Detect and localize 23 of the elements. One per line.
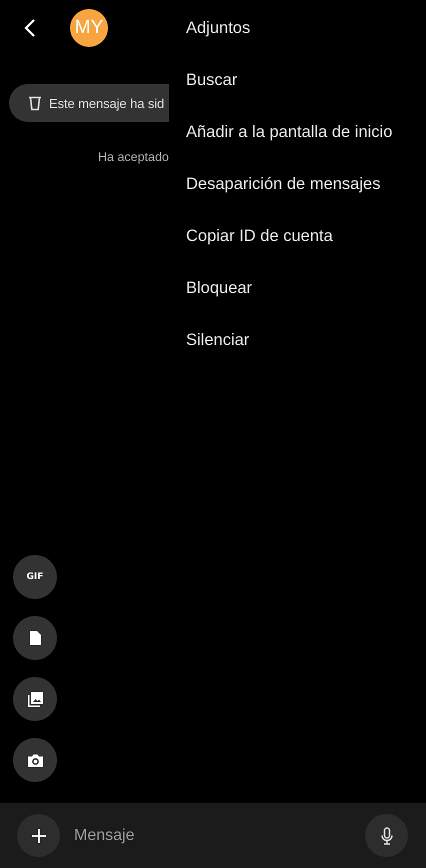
microphone-button[interactable] xyxy=(365,814,408,857)
menu-item[interactable]: Adjuntos xyxy=(169,2,426,54)
menu-item[interactable]: Bloquear xyxy=(169,262,426,314)
menu-item[interactable]: Buscar xyxy=(169,54,426,106)
menu-item[interactable]: Desaparición de mensajes xyxy=(169,158,426,210)
file-icon xyxy=(30,631,40,645)
plus-icon xyxy=(30,828,46,844)
camera-button[interactable] xyxy=(13,738,57,782)
add-button[interactable] xyxy=(17,814,60,857)
file-button[interactable] xyxy=(13,616,57,660)
gif-button[interactable]: GIF xyxy=(13,555,57,599)
microphone-icon xyxy=(380,826,392,844)
back-button[interactable] xyxy=(22,18,38,38)
notice-text: Ha aceptado xyxy=(98,150,170,164)
gallery-icon xyxy=(28,692,42,706)
camera-icon xyxy=(28,754,42,766)
gallery-button[interactable] xyxy=(13,677,57,721)
trash-icon xyxy=(28,96,42,110)
message-text: Este mensaje ha sid xyxy=(49,96,164,110)
message-input[interactable]: Mensaje xyxy=(74,826,351,844)
menu-item[interactable]: Añadir a la pantalla de inicio xyxy=(169,106,426,158)
menu-item[interactable]: Silenciar xyxy=(169,314,426,366)
menu-item[interactable]: Copiar ID de cuenta xyxy=(169,210,426,262)
